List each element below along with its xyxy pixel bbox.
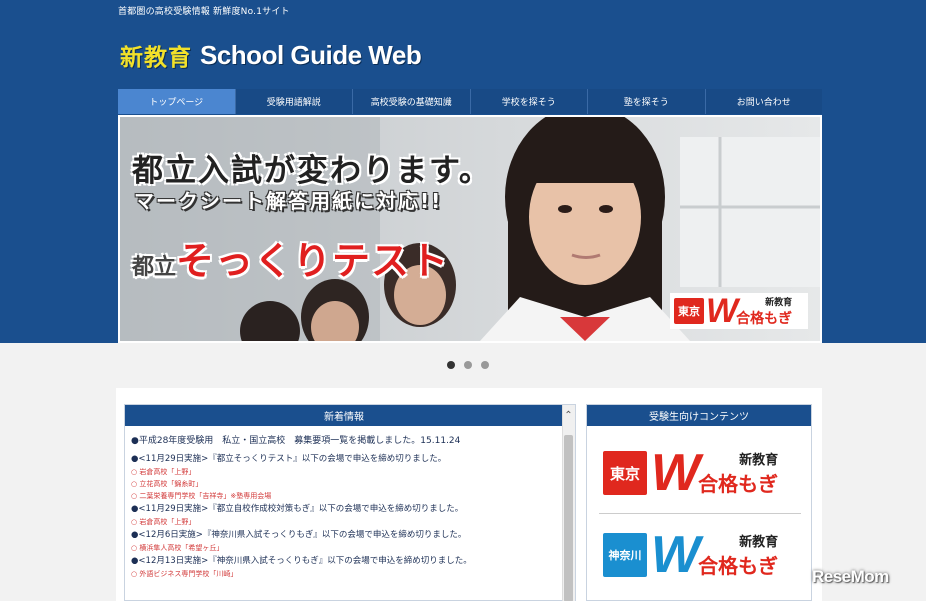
banner-w-logo: W (651, 526, 700, 584)
news-item[interactable]: ●<12月13日実施>『神奈川県入試そっくりもぎ』以下の会場で申込を締め切りまし… (131, 555, 557, 568)
logo-en-text: School Guide Web (200, 39, 422, 70)
scroll-thumb[interactable] (564, 435, 573, 601)
news-venue[interactable]: ○ 外語ビジネス専門学校「川崎」 (131, 568, 557, 580)
carousel-dots (447, 361, 489, 369)
banner-bottom: 合格もぎ (698, 472, 779, 496)
side-panel: 受験生向けコンテンツ 東京 W 新教育 合格もぎ 神奈川 W 新教育 合格もぎ (586, 404, 812, 601)
badge-w-logo: W (706, 291, 738, 330)
news-venue[interactable]: ○ 立花高校「錦糸町」 (131, 478, 557, 490)
banner-pref: 東京 (603, 451, 647, 495)
news-venue[interactable]: ○ 岩倉高校「上野」 (131, 466, 557, 478)
news-item[interactable]: ●<11月29日実施>『都立自校作成校対策もぎ』以下の会場で申込を締め切りました… (131, 503, 557, 516)
news-item[interactable]: ●<11月29日実施>『都立そっくりテスト』以下の会場で申込を締め切りました。 (131, 453, 557, 466)
badge-top: 新教育 (765, 297, 793, 308)
site-tagline: 首都圏の高校受験情報 新鮮度No.1サイト (118, 7, 290, 17)
hero-subline: マークシート解答用紙に対応!! (134, 189, 443, 213)
news-panel-title: 新着情報 (125, 405, 563, 426)
banner-pref: 神奈川 (603, 533, 647, 577)
news-item[interactable]: ●<12月6日実施>『神奈川県入試そっくりもぎ』以下の会場で申込を締め切りました… (131, 529, 557, 542)
main-nav: トップページ 受験用語解説 高校受験の基礎知識 学校を探そう 塾を探そう お問い合わせ (118, 89, 822, 114)
nav-item-4[interactable]: 塾を探そう (587, 89, 705, 114)
side-banner-0[interactable]: 東京 W 新教育 合格もぎ (599, 443, 801, 503)
hero-promo-main: そっくりテスト (176, 239, 450, 283)
banner-text: 新教育合格もぎ (698, 531, 778, 579)
nav-item-2[interactable]: 高校受験の基礎知識 (352, 89, 470, 114)
site-logo[interactable]: 新教育 School Guide Web (120, 38, 422, 72)
news-venue[interactable]: ○ 横浜隼人高校「希望ヶ丘」 (131, 542, 557, 554)
hero-promo: 都立そっくりテスト (132, 230, 449, 285)
badge-bottom: 合格もぎ (736, 310, 793, 327)
hero-headline: 都立入試が変わります。 (132, 153, 492, 189)
nav-item-3[interactable]: 学校を探そう (469, 89, 588, 114)
carousel-dot-1[interactable] (464, 361, 472, 369)
nav-item-5[interactable]: お問い合わせ (704, 89, 823, 114)
banner-w-logo: W (651, 444, 700, 502)
side-panel-title: 受験生向けコンテンツ (587, 405, 811, 426)
side-banner-1[interactable]: 神奈川 W 新教育 合格もぎ (599, 525, 801, 585)
news-scrollbar[interactable]: ⌃ (562, 405, 575, 601)
banner-bottom: 合格もぎ (698, 554, 779, 578)
carousel-dot-0[interactable] (447, 361, 455, 369)
banner-top: 新教育 (739, 453, 779, 468)
hero-promo-prefix: 都立 (132, 255, 177, 280)
news-list: ●平成28年度受験用 私立・国立高校 募集要項一覧を掲載しました。15.11.2… (125, 426, 563, 601)
banner-top: 新教育 (739, 535, 779, 550)
resemom-watermark: ReseMom (812, 567, 889, 586)
badge-pref: 東京 (674, 298, 704, 324)
nav-item-1[interactable]: 受験用語解説 (234, 89, 353, 114)
scroll-up-icon[interactable]: ⌃ (563, 408, 574, 422)
carousel-dot-2[interactable] (481, 361, 489, 369)
logo-jp-text: 新教育 (120, 45, 192, 71)
hero-mogi-badge: 東京 W 新教育 合格もぎ (670, 291, 808, 330)
news-item[interactable]: ●平成28年度受験用 私立・国立高校 募集要項一覧を掲載しました。15.11.2… (131, 435, 557, 448)
news-venue[interactable]: ○ 二葉栄養専門学校「吉祥寺」※塾専用会場 (131, 490, 557, 502)
side-separator (599, 513, 801, 514)
news-venue[interactable]: ○ 岩倉高校「上野」 (131, 516, 557, 528)
banner-text: 新教育合格もぎ (698, 449, 778, 497)
hero-banner[interactable]: 都立入試が変わります。 マークシート解答用紙に対応!! 都立そっくりテスト 東京… (118, 115, 822, 343)
nav-item-0[interactable]: トップページ (118, 89, 235, 114)
news-panel: 新着情報 ●平成28年度受験用 私立・国立高校 募集要項一覧を掲載しました。15… (124, 404, 576, 601)
badge-text: 新教育 合格もぎ (736, 295, 792, 328)
